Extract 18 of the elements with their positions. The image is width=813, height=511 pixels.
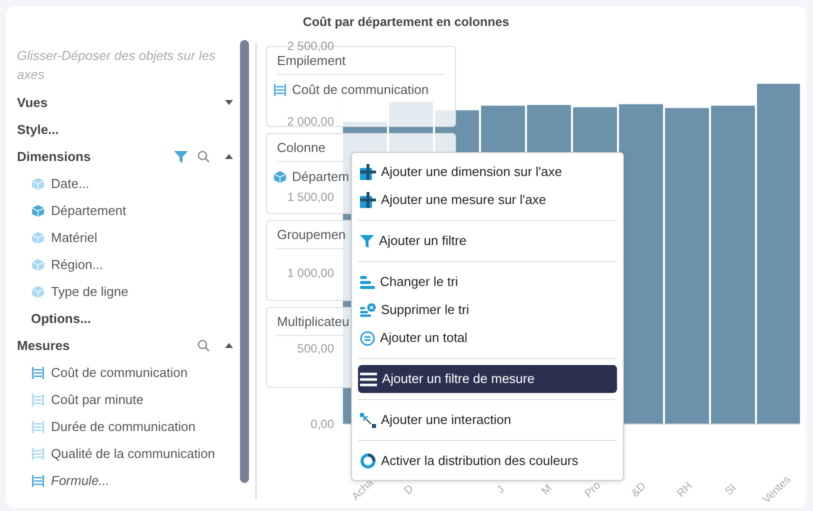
y-tick-label: 0,00 (310, 417, 334, 431)
drop-zone-title: Groupemen (277, 226, 346, 244)
hint-text: Glisser-Déposer des objets sur les axes (17, 47, 216, 84)
x-tick-label: J (494, 484, 508, 496)
y-tick-label: 500,00 (297, 341, 334, 356)
drop-zone-title: Multiplicateu (277, 312, 350, 331)
y-tick-label: 1 000,00 (287, 266, 334, 280)
x-tick-label: SI (722, 482, 739, 498)
x-tick-label: Pro (582, 480, 604, 500)
chart-title: Coût par département en colonnes (302, 14, 510, 31)
x-tick-label: RH (675, 480, 695, 500)
y-tick-label: 2 000,00 (287, 114, 334, 129)
drop-zone-title: Colonne (277, 138, 326, 157)
y-tick-label: 1 500,00 (287, 190, 334, 204)
x-tick-label: D (402, 482, 416, 497)
drop-zone-title: Empilement (277, 52, 346, 70)
x-tick-label: M (539, 482, 554, 498)
x-tick-label: &D (629, 480, 649, 500)
